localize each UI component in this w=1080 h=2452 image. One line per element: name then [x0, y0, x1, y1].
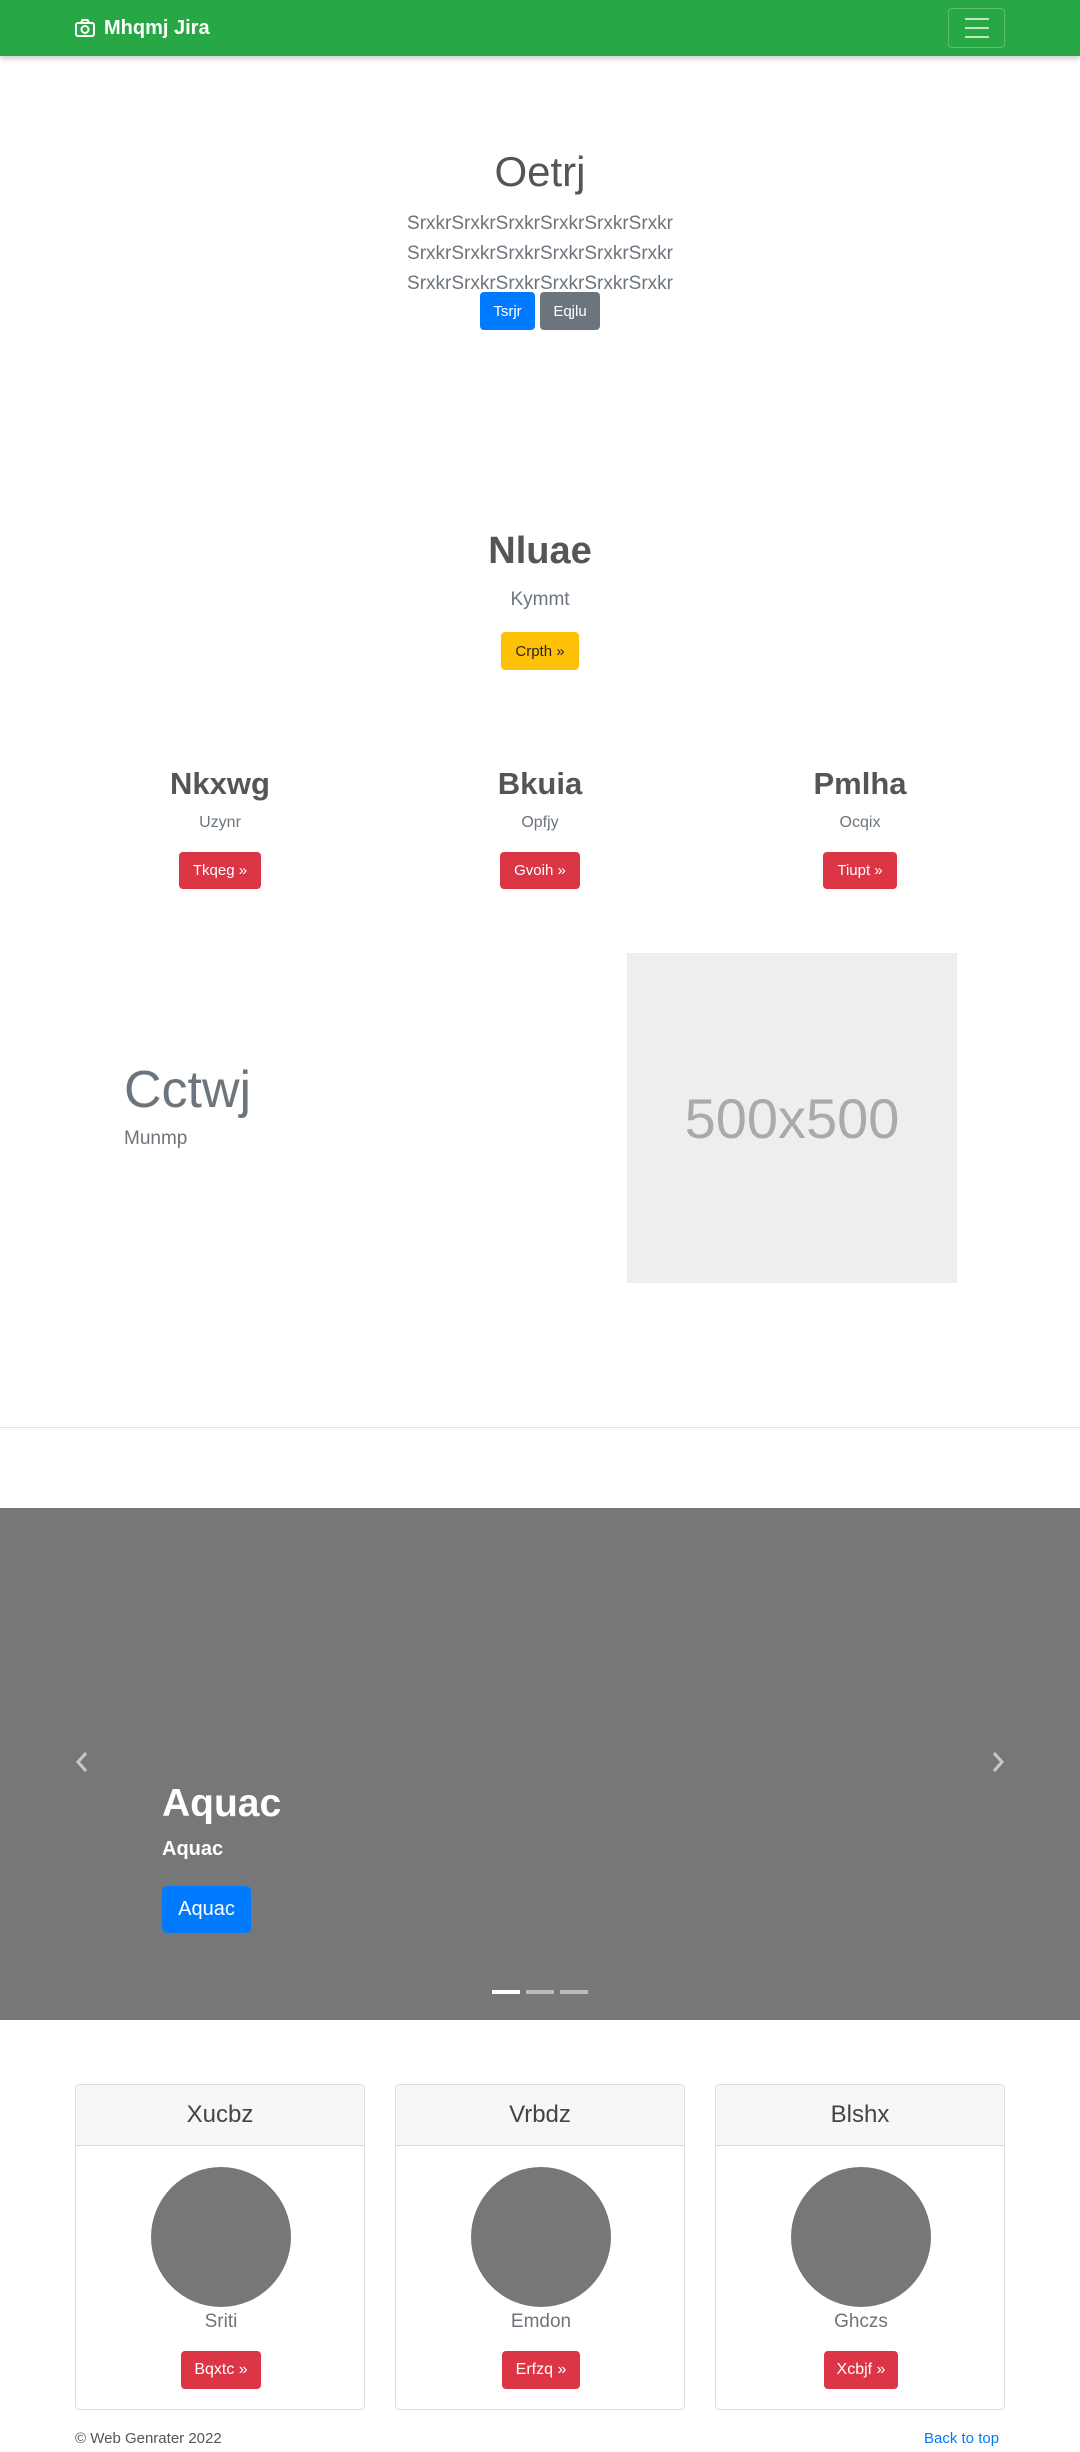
- carousel-indicator-1[interactable]: [492, 1990, 520, 1994]
- hero-primary-button[interactable]: Tsrjr: [480, 292, 535, 330]
- column-title: Pmlha: [813, 766, 907, 801]
- divider: [0, 1427, 1080, 1428]
- placeholder-image: 500x500: [627, 953, 957, 1283]
- card: Xucbz Sriti Bqxtc »: [75, 2084, 365, 2410]
- carousel-prev-button[interactable]: [52, 1734, 112, 1794]
- feature-subtitle: Munmp: [124, 1128, 188, 1149]
- card-header: Blshx: [716, 2085, 1004, 2146]
- navbar-brand[interactable]: Mhqmj Jira: [75, 0, 210, 56]
- carousel-next-button[interactable]: [968, 1734, 1028, 1794]
- back-to-top-link[interactable]: Back to top: [924, 2430, 999, 2447]
- card-button[interactable]: Bqxtc »: [181, 2351, 261, 2389]
- card-button[interactable]: Xcbjf »: [824, 2351, 898, 2389]
- column-title: Nkxwg: [170, 766, 270, 801]
- avatar: [471, 2167, 611, 2307]
- feature-title: Cctwj: [124, 1061, 252, 1119]
- column-subtitle: Opfjy: [521, 814, 559, 831]
- column-button[interactable]: Gvoih »: [500, 852, 580, 889]
- column-subtitle: Ocqix: [839, 814, 881, 831]
- hero-title: Oetrj: [494, 148, 586, 195]
- section-subtitle: Kymmt: [510, 589, 570, 610]
- card-header: Vrbdz: [396, 2085, 684, 2146]
- carousel-caption-button[interactable]: Aquac: [162, 1886, 251, 1933]
- carousel-caption-subtitle: Aquac: [162, 1838, 224, 1860]
- card-subtitle: Ghczs: [834, 2311, 888, 2332]
- placeholder-image-label: 500x500: [684, 1086, 900, 1150]
- column-title: Bkuia: [497, 766, 583, 801]
- card-subtitle: Sriti: [204, 2311, 238, 2332]
- camera-icon: [75, 19, 95, 37]
- card-header: Xucbz: [76, 2085, 364, 2146]
- chevron-right-icon: [990, 1751, 1006, 1778]
- card: Blshx Ghczs Xcbjf »: [715, 2084, 1005, 2410]
- card-subtitle: Emdon: [510, 2311, 572, 2332]
- hamburger-menu-icon: [964, 18, 989, 20]
- hero-secondary-button[interactable]: Eqjlu: [540, 292, 600, 330]
- card: Vrbdz Emdon Erfzq »: [395, 2084, 685, 2410]
- avatar: [151, 2167, 291, 2307]
- section-title: Nluae: [488, 530, 592, 572]
- chevron-left-icon: [74, 1751, 90, 1778]
- column-subtitle: Uzynr: [199, 814, 241, 831]
- carousel-indicator-2[interactable]: [526, 1990, 554, 1994]
- avatar: [791, 2167, 931, 2307]
- carousel-indicator-3[interactable]: [560, 1990, 588, 1994]
- column-button[interactable]: Tkqeg »: [179, 852, 261, 889]
- carousel-indicators: [0, 1990, 1080, 1994]
- hero-lead: SrxkrSrxkrSrxkrSrxkrSrxkrSrxkr SrxkrSrxk…: [407, 213, 673, 294]
- navbar: Mhqmj Jira: [0, 0, 1080, 56]
- card-button[interactable]: Erfzq »: [502, 2351, 580, 2389]
- brand-label: Mhqmj Jira: [104, 16, 210, 39]
- column-button[interactable]: Tiupt »: [823, 852, 897, 889]
- section-button[interactable]: Crpth »: [501, 632, 579, 670]
- carousel-caption-title: Aquac: [162, 1782, 282, 1825]
- carousel: Aquac Aquac Aquac: [0, 1508, 1080, 2020]
- navbar-toggler-button[interactable]: [948, 8, 1005, 48]
- footer-copyright: © Web Genrater 2022: [75, 2430, 222, 2447]
